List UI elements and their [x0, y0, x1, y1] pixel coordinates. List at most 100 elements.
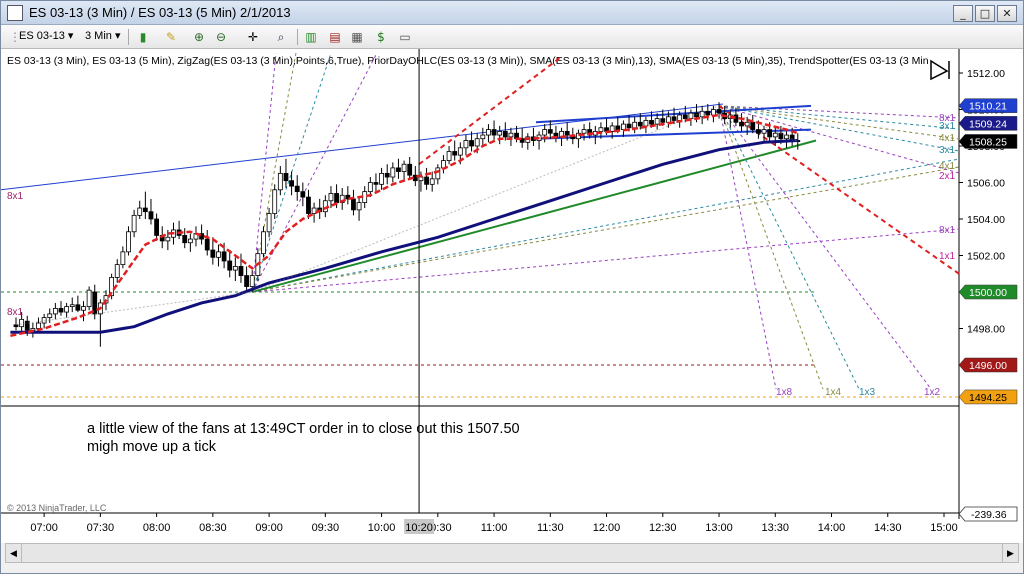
- bar-type-icon[interactable]: ▥: [303, 29, 319, 45]
- crosshair-icon[interactable]: ✛: [245, 29, 261, 45]
- candle-body[interactable]: [154, 218, 160, 236]
- candle-body[interactable]: [182, 235, 188, 244]
- candle-body[interactable]: [266, 213, 272, 233]
- candle-body[interactable]: [81, 306, 86, 311]
- candle-body[interactable]: [637, 121, 643, 127]
- candle-body[interactable]: [221, 251, 227, 262]
- candle-body[interactable]: [289, 180, 294, 187]
- candle-body[interactable]: [351, 198, 356, 211]
- scroll-right-icon[interactable]: ▶: [1002, 544, 1018, 562]
- candle-body[interactable]: [761, 129, 767, 134]
- price-chart[interactable]: ES 03-13 (3 Min), ES 03-13 (5 Min), ZigZ…: [0, 49, 1023, 543]
- scroll-left-icon[interactable]: ◀: [6, 544, 22, 562]
- candle-body[interactable]: [328, 193, 334, 202]
- candle-body[interactable]: [277, 172, 283, 191]
- candle-body[interactable]: [165, 236, 171, 242]
- candle-body[interactable]: [744, 121, 750, 127]
- candle-body[interactable]: [508, 132, 514, 138]
- candle-body[interactable]: [334, 193, 339, 203]
- candle-body[interactable]: [294, 185, 300, 193]
- candle-body[interactable]: [480, 134, 486, 140]
- candle-body[interactable]: [424, 176, 429, 185]
- properties-icon[interactable]: ▭: [397, 29, 413, 45]
- minimize-button[interactable]: _: [953, 5, 973, 22]
- candle-body[interactable]: [418, 176, 424, 182]
- candle-body[interactable]: [615, 125, 621, 130]
- candle-body[interactable]: [435, 167, 441, 180]
- candle-body[interactable]: [486, 129, 491, 136]
- candle-body[interactable]: [660, 118, 666, 123]
- zoom-out-icon[interactable]: ⊖: [213, 29, 229, 45]
- candle-body[interactable]: [148, 211, 154, 220]
- candle-body[interactable]: [457, 147, 463, 156]
- candle-body[interactable]: [643, 120, 649, 127]
- candle-body[interactable]: [244, 275, 249, 287]
- candle-body[interactable]: [19, 318, 25, 328]
- indicators-icon[interactable]: ▤: [327, 29, 343, 45]
- interval-selector[interactable]: 3 Min ▾: [85, 29, 120, 42]
- candle-body[interactable]: [114, 264, 120, 278]
- strategies-icon[interactable]: ▦: [349, 29, 365, 45]
- candle-body[interactable]: [401, 163, 407, 172]
- candle-body[interactable]: [429, 178, 435, 185]
- candle-body[interactable]: [210, 249, 216, 258]
- candle-body[interactable]: [682, 114, 688, 120]
- candle-body[interactable]: [474, 138, 480, 147]
- candle-body[interactable]: [547, 129, 553, 134]
- candle-body[interactable]: [654, 118, 660, 125]
- candle-body[interactable]: [677, 114, 683, 121]
- candle-body[interactable]: [711, 109, 716, 116]
- candle-body[interactable]: [58, 308, 64, 313]
- candle-body[interactable]: [564, 131, 570, 136]
- candle-body[interactable]: [47, 313, 53, 318]
- candle-body[interactable]: [52, 308, 58, 315]
- candle-body[interactable]: [632, 121, 638, 129]
- candle-body[interactable]: [621, 123, 626, 130]
- candle-body[interactable]: [407, 163, 413, 176]
- candle-body[interactable]: [671, 116, 677, 121]
- dollar-icon[interactable]: $: [373, 29, 389, 45]
- candle-body[interactable]: [739, 121, 744, 127]
- candle-body[interactable]: [705, 110, 711, 116]
- candle-body[interactable]: [238, 266, 244, 276]
- candle-body[interactable]: [384, 172, 390, 178]
- candle-body[interactable]: [716, 109, 722, 114]
- candle-body[interactable]: [502, 131, 508, 138]
- candle-body[interactable]: [542, 129, 548, 136]
- candle-body[interactable]: [75, 304, 81, 311]
- candle-body[interactable]: [126, 231, 131, 253]
- horizontal-scrollbar[interactable]: ◀ ▶: [5, 543, 1019, 563]
- candle-body[interactable]: [390, 167, 396, 178]
- title-bar[interactable]: ES 03-13 (3 Min) / ES 03-13 (5 Min) 2/1/…: [1, 1, 1023, 25]
- candle-body[interactable]: [204, 238, 210, 251]
- magnify-icon[interactable]: ⌕: [273, 29, 289, 45]
- candle-body[interactable]: [232, 266, 238, 271]
- candle-body[interactable]: [649, 120, 654, 125]
- candle-body[interactable]: [69, 304, 75, 307]
- candle-body[interactable]: [300, 191, 306, 198]
- candle-body[interactable]: [750, 121, 756, 130]
- draw-pencil-icon[interactable]: ✎: [163, 29, 179, 45]
- candle-style-icon[interactable]: ▮: [135, 29, 151, 45]
- candle-body[interactable]: [446, 151, 452, 161]
- candle-body[interactable]: [666, 116, 671, 123]
- candle-body[interactable]: [452, 151, 458, 156]
- candle-body[interactable]: [396, 167, 401, 172]
- candle-body[interactable]: [86, 289, 92, 308]
- chart-area[interactable]: ES 03-13 (3 Min), ES 03-13 (5 Min), ZigZ…: [0, 49, 1023, 543]
- candle-body[interactable]: [142, 207, 148, 213]
- candle-body[interactable]: [272, 189, 278, 214]
- candle-body[interactable]: [463, 140, 469, 149]
- close-button[interactable]: ✕: [997, 5, 1017, 22]
- zoom-in-icon[interactable]: ⊕: [191, 29, 207, 45]
- candle-body[interactable]: [137, 207, 143, 216]
- candle-body[interactable]: [227, 260, 233, 271]
- candle-body[interactable]: [249, 275, 255, 287]
- candle-body[interactable]: [367, 182, 373, 193]
- candle-body[interactable]: [261, 231, 266, 255]
- candle-body[interactable]: [598, 127, 604, 132]
- maximize-button[interactable]: □: [975, 5, 995, 22]
- candle-body[interactable]: [306, 196, 311, 214]
- candle-body[interactable]: [469, 140, 474, 147]
- candle-body[interactable]: [216, 251, 221, 258]
